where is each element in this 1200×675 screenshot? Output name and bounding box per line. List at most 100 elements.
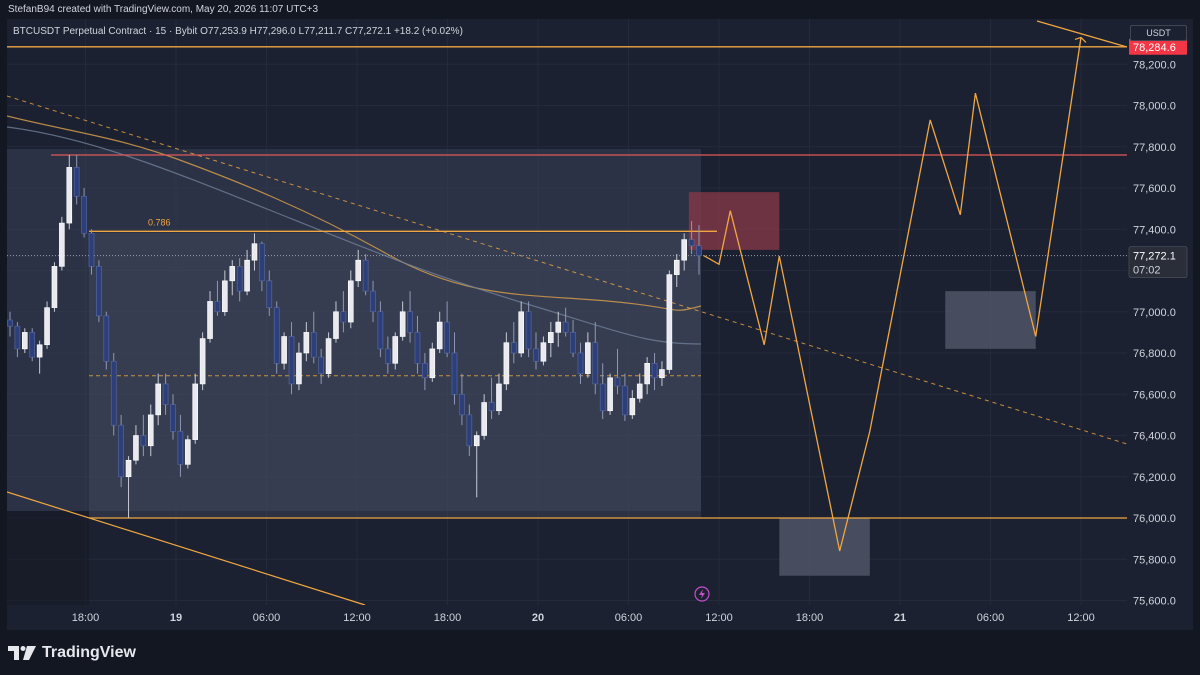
candle-body [251, 243, 258, 261]
time-tick-label: 12:00 [705, 612, 733, 624]
price-tick-label: 75,600.0 [1133, 596, 1176, 608]
candle-body [673, 259, 680, 275]
candle-body [259, 243, 265, 282]
candle-body [59, 222, 65, 267]
chart-area[interactable]: 0.786 75,600.0 75,800.0 76,000.0 76,200.0 76… [7, 19, 1193, 630]
countdown-label: 07:02 [1133, 265, 1161, 277]
candle-body [614, 377, 621, 387]
candle-body [370, 290, 376, 313]
candle-body [607, 377, 613, 412]
candle-body [118, 424, 124, 478]
price-tick-label: 77,400.0 [1133, 224, 1176, 236]
time-tick-label: 21 [894, 612, 906, 624]
candle-body [659, 369, 665, 379]
chart-caption: StefanB94 created with TradingView.com, … [8, 4, 319, 15]
price-chart[interactable]: 0.786 75,600.0 75,800.0 76,000.0 76,200.0 76… [7, 19, 1193, 630]
candle-body [333, 311, 339, 339]
demand-zone-high [945, 291, 1036, 349]
candle-body [214, 301, 221, 313]
price-tick-label: 78,200.0 [1133, 59, 1176, 71]
candle-body [236, 266, 243, 292]
candle-body [177, 431, 184, 465]
candle-body [585, 342, 591, 374]
price-tick-label: 78,000.0 [1133, 101, 1176, 113]
time-tick-label: 18:00 [796, 612, 824, 624]
candle-body [622, 385, 628, 416]
price-tick-label: 77,800.0 [1133, 142, 1176, 154]
time-tick-label: 06:00 [977, 612, 1005, 624]
candle-body [229, 266, 236, 282]
candle-body [525, 311, 532, 350]
candle-body [22, 332, 28, 350]
candle-body [273, 307, 280, 364]
candle-body [162, 383, 169, 405]
target-arrow-line [1036, 20, 1128, 48]
last-price-label: 77,272.1 [1133, 251, 1176, 263]
symbol-name: BTCUSDT Perpetual Contract · 15 · Bybit [13, 26, 198, 37]
tradingview-logo[interactable]: TradingView [8, 644, 136, 662]
candle-body [555, 321, 562, 333]
candle-body [459, 393, 465, 416]
candle-body [577, 352, 584, 374]
candle-body [422, 363, 428, 379]
candle-body [207, 301, 213, 339]
candle-body [503, 342, 510, 385]
time-tick-label: 06:00 [253, 612, 281, 624]
candle-body [533, 348, 539, 362]
candle-body [199, 338, 206, 385]
candle-body [651, 363, 658, 379]
candle-body [392, 336, 399, 364]
event-marker [694, 586, 710, 602]
candle-body [88, 233, 95, 267]
candle-body [644, 363, 650, 385]
candle-body [599, 383, 606, 412]
candle-body [29, 332, 36, 358]
candle-body [36, 344, 43, 358]
time-tick-label: 18:00 [72, 612, 100, 624]
price-tick-label: 77,600.0 [1133, 183, 1176, 195]
price-tick-label: 76,400.0 [1133, 431, 1176, 443]
candle-body [510, 342, 517, 354]
candle-body [81, 195, 87, 234]
supply-zone [688, 192, 780, 250]
candle-body [681, 239, 687, 261]
candle-body [192, 383, 199, 440]
candle-body [592, 342, 599, 385]
candle-body [14, 325, 21, 350]
candle-body [666, 274, 673, 370]
candle-body [444, 321, 450, 354]
candle-body [44, 307, 50, 346]
candle-body [377, 311, 384, 350]
time-tick-label: 19 [170, 612, 182, 624]
candle-body [110, 360, 117, 426]
candle-body [481, 402, 487, 436]
tradingview-wordmark: TradingView [42, 644, 136, 661]
price-tick-label: 77,000.0 [1133, 307, 1176, 319]
candle-body [636, 383, 643, 399]
currency-badge[interactable]: USDT [1130, 25, 1187, 41]
candle-body [325, 338, 332, 374]
candle-body [73, 167, 80, 197]
candle-body [125, 459, 132, 478]
candle-body [540, 342, 547, 362]
time-tick-label: 12:00 [1067, 612, 1095, 624]
candle-body [222, 280, 228, 313]
candle-body [518, 311, 524, 354]
price-tick-label: 76,600.0 [1133, 389, 1176, 401]
candle-body [296, 352, 302, 385]
candle-body [355, 259, 362, 282]
candle-body [170, 404, 176, 432]
candle-body [133, 435, 139, 461]
footer: TradingView [0, 631, 1200, 675]
time-tick-label: 18:00 [434, 612, 462, 624]
candle-body [51, 266, 58, 308]
candle-body [7, 319, 13, 327]
candle-body [466, 414, 473, 447]
candle-body [347, 280, 354, 323]
candle-body [340, 311, 347, 323]
lower-left-shade [7, 511, 89, 605]
candle-body [429, 348, 436, 379]
price-tick-label: 76,000.0 [1133, 513, 1176, 525]
candle-body [385, 348, 391, 364]
candle-body [496, 383, 502, 412]
